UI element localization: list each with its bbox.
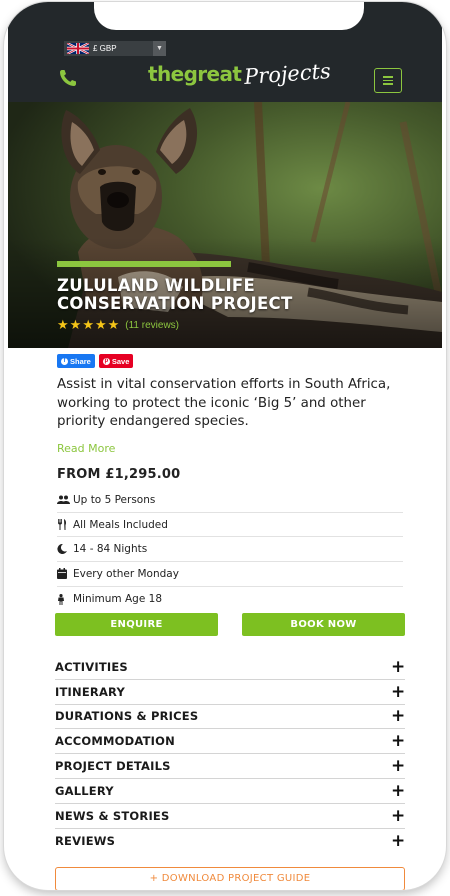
hamburger-line xyxy=(383,79,393,82)
accordion-label: ACCOMMODATION xyxy=(55,734,175,749)
site-logo[interactable]: thegreat Projects xyxy=(148,59,332,92)
enquire-button[interactable]: ENQUIRE xyxy=(55,613,218,636)
accordion-label: GALLERY xyxy=(55,783,114,798)
moon-icon xyxy=(57,544,73,555)
accordion-durations-prices[interactable]: DURATIONS & PRICES + xyxy=(55,705,405,730)
project-facts: Up to 5 Persons All Meals Included 14 - … xyxy=(57,488,403,611)
fact-row: 14 - 84 Nights xyxy=(57,537,403,563)
accordion-label: NEWS & STORIES xyxy=(55,808,170,823)
plus-icon: + xyxy=(391,805,406,826)
fact-text: 14 - 84 Nights xyxy=(73,543,148,556)
facebook-share-label: Share xyxy=(70,356,91,366)
logo-text-projects: Projects xyxy=(243,59,332,89)
accordion-reviews[interactable]: REVIEWS + xyxy=(55,829,405,854)
plus-icon: + xyxy=(391,706,406,727)
hero-accent-bar xyxy=(57,261,231,267)
accordion-label: ITINERARY xyxy=(55,684,125,699)
accordion-news-stories[interactable]: NEWS & STORIES + xyxy=(55,804,405,829)
star-icon: ★ xyxy=(57,317,69,332)
fact-text: Every other Monday xyxy=(73,567,179,580)
download-guide-button[interactable]: + DOWNLOAD PROJECT GUIDE xyxy=(55,867,405,890)
users-icon xyxy=(57,495,73,505)
share-buttons: f Share p Save xyxy=(57,354,134,368)
intro-text: Assist in vital conservation efforts in … xyxy=(57,377,391,429)
rating: ★ ★ ★ ★ ★ (11 reviews) xyxy=(57,318,179,332)
star-icon: ★ xyxy=(82,317,94,332)
star-icon: ★ xyxy=(107,317,120,332)
pinterest-save-label: Save xyxy=(111,356,130,366)
plus-icon: + xyxy=(391,780,406,801)
fact-text: All Meals Included xyxy=(73,518,168,531)
plus-icon: + xyxy=(391,656,406,677)
logo-text-thegreat: thegreat xyxy=(148,62,242,86)
accordion-label: PROJECT DETAILS xyxy=(55,759,171,774)
person-icon xyxy=(57,593,73,605)
plus-icon: + xyxy=(391,830,406,851)
accordion-accommodation[interactable]: ACCOMMODATION + xyxy=(55,729,406,755)
reviews-link[interactable]: (11 reviews) xyxy=(125,320,179,331)
currency-selector[interactable]: £ GBP ▼ xyxy=(64,41,166,56)
accordion-label: DURATIONS & PRICES xyxy=(55,709,199,724)
facebook-share-button[interactable]: f Share xyxy=(57,354,95,368)
hamburger-line xyxy=(383,83,393,85)
phone-icon[interactable] xyxy=(58,68,78,88)
calendar-icon xyxy=(57,568,73,580)
read-more-link[interactable]: Read More xyxy=(57,442,115,455)
accordion-label: REVIEWS xyxy=(55,833,116,848)
fact-row: All Meals Included xyxy=(57,513,403,538)
details-accordion: ACTIVITIES + ITINERARY + DURATIONS & PRI… xyxy=(55,655,405,853)
plus-icon: + xyxy=(391,681,406,702)
accordion-label: ACTIVITIES xyxy=(55,659,128,674)
fact-row: Every other Monday xyxy=(57,562,403,587)
project-title: ZULULAND WILDLIFE CONSERVATION PROJECT xyxy=(57,276,293,313)
accordion-gallery[interactable]: GALLERY + xyxy=(55,779,405,804)
book-now-button[interactable]: BOOK NOW xyxy=(242,613,405,636)
accordion-project-details[interactable]: PROJECT DETAILS + xyxy=(55,754,405,779)
pinterest-save-button[interactable]: p Save xyxy=(98,354,134,368)
device-notch xyxy=(94,2,364,30)
fact-text: Minimum Age 18 xyxy=(73,593,163,606)
star-icon: ★ xyxy=(94,317,107,332)
phone-frame: £ GBP ▼ thegreat Projects ZULULAND WILDL… xyxy=(4,2,446,890)
site-header: £ GBP ▼ thegreat Projects xyxy=(8,2,442,102)
caret-down-icon: ▼ xyxy=(153,41,166,56)
star-icon: ★ xyxy=(69,317,82,332)
pinterest-icon: p xyxy=(102,357,110,365)
plus-icon: + xyxy=(391,756,406,777)
uk-flag-icon xyxy=(67,43,89,54)
plus-icon: + xyxy=(391,731,406,752)
hero-banner: ZULULAND WILDLIFE CONSERVATION PROJECT ★… xyxy=(8,102,442,348)
facebook-icon: f xyxy=(61,357,68,365)
utensils-icon xyxy=(57,519,73,531)
fact-text: Up to 5 Persons xyxy=(73,493,156,506)
cta-row: ENQUIRE BOOK NOW xyxy=(55,613,405,637)
currency-label: £ GBP xyxy=(93,44,117,53)
price: FROM £1,295.00 xyxy=(57,467,181,482)
accordion-itinerary[interactable]: ITINERARY + xyxy=(55,680,405,705)
accordion-activities[interactable]: ACTIVITIES + xyxy=(55,655,405,680)
fact-row: Minimum Age 18 xyxy=(57,587,403,612)
menu-button[interactable] xyxy=(374,68,402,93)
screen: £ GBP ▼ thegreat Projects ZULULAND WILDL… xyxy=(8,2,442,890)
fact-row: Up to 5 Persons xyxy=(57,488,403,513)
hamburger-line xyxy=(383,76,393,78)
